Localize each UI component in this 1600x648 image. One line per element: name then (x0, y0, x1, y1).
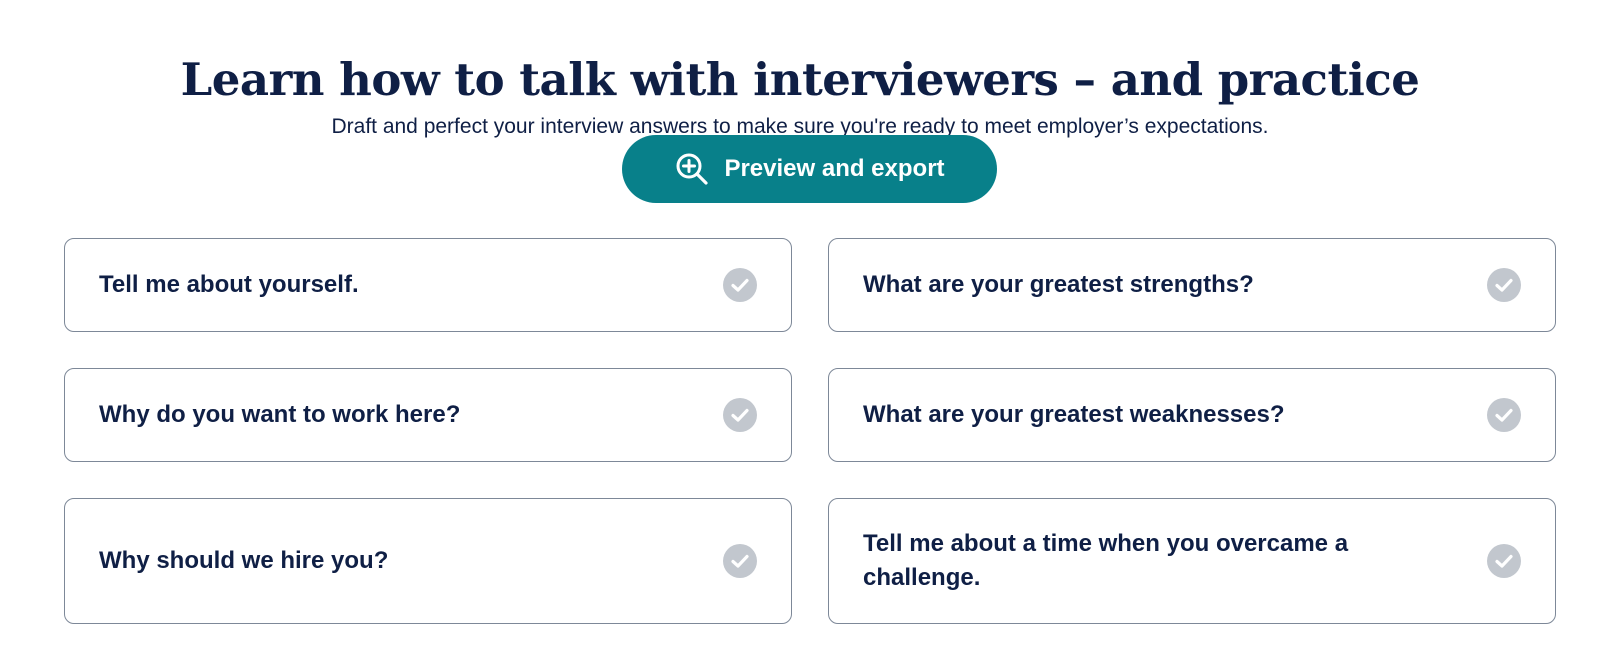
zoom-in-icon (674, 151, 710, 187)
check-circle-icon (723, 398, 757, 432)
check-circle-icon (1487, 268, 1521, 302)
question-card-greatest-strengths[interactable]: What are your greatest strengths? (828, 238, 1556, 332)
question-label: Why should we hire you? (99, 547, 389, 574)
question-label: What are your greatest weaknesses? (863, 401, 1285, 428)
question-label: Tell me about yourself. (99, 271, 359, 298)
question-card-why-hire-you[interactable]: Why should we hire you? (64, 498, 792, 624)
question-card-greatest-weaknesses[interactable]: What are your greatest weaknesses? (828, 368, 1556, 462)
question-label: Tell me about a time when you overcame a… (863, 530, 1349, 591)
check-circle-icon (1487, 544, 1521, 578)
question-card-why-work-here[interactable]: Why do you want to work here? (64, 368, 792, 462)
check-circle-icon (723, 544, 757, 578)
question-label: Why do you want to work here? (99, 401, 461, 428)
preview-and-export-button[interactable]: Preview and export (622, 135, 997, 203)
question-card-overcame-challenge[interactable]: Tell me about a time when you overcame a… (828, 498, 1556, 624)
question-label: What are your greatest strengths? (863, 271, 1254, 298)
check-circle-icon (1487, 398, 1521, 432)
preview-button-label: Preview and export (724, 155, 945, 182)
question-card-tell-me-about-yourself[interactable]: Tell me about yourself. (64, 238, 792, 332)
page-title: Learn how to talk with interviewers – an… (180, 53, 1420, 107)
check-circle-icon (723, 268, 757, 302)
